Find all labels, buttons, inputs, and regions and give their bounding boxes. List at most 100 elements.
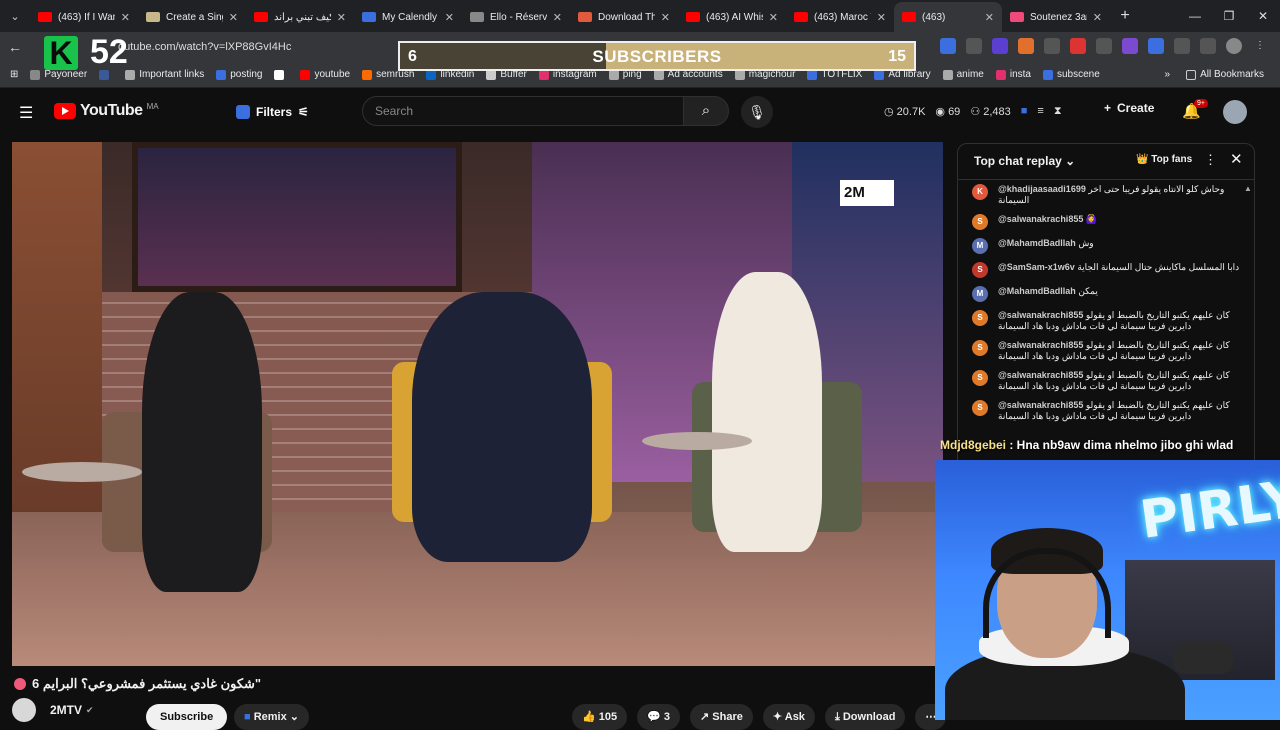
hamburger-menu-icon[interactable]: ☰: [19, 103, 33, 123]
tab-close-icon[interactable]: ✕: [985, 11, 994, 24]
bookmark-favicon-icon: [608, 69, 619, 80]
browser-tab[interactable]: Create a Single ✕: [138, 2, 246, 32]
tab-title: كيف تبني براند: [274, 11, 331, 23]
bookmark-favicon-icon: [426, 69, 437, 80]
bookmark-favicon-icon: [538, 69, 549, 80]
bookmark-item[interactable]: Important links: [119, 69, 210, 80]
bookmark-item[interactable]: insta: [990, 69, 1037, 80]
tab-title: (463) If I Want: [58, 11, 115, 23]
puzzle-icon[interactable]: [1174, 38, 1190, 54]
bookmark-favicon-icon: [942, 69, 953, 80]
hourglass-icon[interactable]: ⧗: [1054, 105, 1062, 118]
search-input[interactable]: Search: [362, 96, 684, 126]
channel-name[interactable]: 2MTV: [50, 703, 82, 717]
tab-close-icon[interactable]: ✕: [445, 11, 454, 24]
subscribe-button[interactable]: Subscribe: [146, 704, 228, 730]
more-bookmarks-icon[interactable]: »: [1165, 69, 1171, 80]
tab-favicon-icon: [362, 12, 376, 22]
remix-button[interactable]: ■ Remix ⌄: [234, 704, 310, 730]
chat-avatar: M: [972, 286, 988, 302]
chat-mode-dropdown[interactable]: Top chat replay ⌄: [974, 154, 1075, 168]
channel-watermark: 2M: [840, 180, 894, 206]
pen-icon[interactable]: [1096, 38, 1112, 54]
maximize-icon[interactable]: ❐: [1212, 0, 1246, 32]
bookmark-item[interactable]: posting: [210, 69, 268, 80]
browser-tab[interactable]: كيف تبني براند ✕: [246, 2, 354, 32]
extension-icon[interactable]: [992, 38, 1008, 54]
close-window-icon[interactable]: ✕: [1246, 0, 1280, 32]
browser-tab[interactable]: (463) Maroc T ✕: [786, 2, 894, 32]
tab-search-chevron-icon[interactable]: ⌄: [0, 10, 30, 23]
shield-icon[interactable]: [1044, 38, 1060, 54]
browser-tab[interactable]: (463) ✕: [894, 2, 1002, 32]
tab-favicon-icon: [470, 12, 484, 22]
create-button[interactable]: + Create: [1104, 101, 1154, 115]
tab-close-icon[interactable]: ✕: [1093, 11, 1102, 24]
chat-author: @salwanakrachi855: [998, 370, 1084, 380]
bookmark-favicon-icon: [362, 69, 373, 80]
top-fans-button[interactable]: 👑 Top fans: [1136, 154, 1192, 165]
bookmark-favicon-icon: [1042, 69, 1053, 80]
extension-icon[interactable]: ■: [1021, 105, 1028, 118]
media-icon[interactable]: [1200, 38, 1216, 54]
chat-message: S @salwanakrachi855 كان عليهم يكتبو التار…: [972, 340, 1242, 362]
video-player[interactable]: 2M: [12, 142, 943, 666]
kebab-menu-icon[interactable]: ⋮: [1252, 38, 1268, 54]
browser-tab[interactable]: Download Th ✕: [570, 2, 678, 32]
tab-close-icon[interactable]: ✕: [877, 11, 886, 24]
extension-icon[interactable]: [1018, 38, 1034, 54]
browser-tab[interactable]: My Calendly ✕: [354, 2, 462, 32]
tab-title: My Calendly: [382, 11, 438, 23]
scroll-up-icon[interactable]: ▲: [1244, 184, 1252, 193]
channel-avatar[interactable]: [12, 698, 36, 722]
browser-tab[interactable]: (463) AI Whisk ✕: [678, 2, 786, 32]
bookmark-favicon-icon: [995, 69, 1006, 80]
channel-row: 2MTV ✔ Subscribe ■ Remix ⌄ 👍 105 💬 3 ↗ S…: [12, 698, 947, 730]
filters-button[interactable]: Filters ⚟: [224, 98, 321, 126]
tab-close-icon[interactable]: ✕: [769, 11, 778, 24]
tab-close-icon[interactable]: ✕: [661, 11, 670, 24]
ask-button[interactable]: ✦ Ask: [762, 704, 815, 730]
bookmark-item[interactable]: youtube: [294, 69, 356, 80]
bookmark-item[interactable]: [268, 69, 294, 80]
browser-tab[interactable]: (463) If I Want ✕: [30, 2, 138, 32]
url-field[interactable]: outube.com/watch?v=lXP88GvI4Hc: [118, 41, 291, 53]
chat-menu-icon[interactable]: ⋮: [1204, 152, 1217, 168]
comments-button[interactable]: 💬 3: [637, 704, 681, 730]
browser-tab[interactable]: Ello - Réservat ✕: [462, 2, 570, 32]
microphone-icon[interactable]: 🎙: [741, 96, 773, 128]
link-icon[interactable]: [1122, 38, 1138, 54]
stat-views: ◷ 20.7K: [884, 106, 926, 118]
extension-icon[interactable]: [1148, 38, 1164, 54]
share-button[interactable]: ↗ Share: [690, 704, 753, 730]
extension-icon[interactable]: [966, 38, 982, 54]
back-arrow-icon[interactable]: ←: [0, 39, 30, 55]
tab-close-icon[interactable]: ✕: [229, 11, 238, 24]
bookmark-item[interactable]: subscene: [1037, 69, 1106, 80]
tab-close-icon[interactable]: ✕: [337, 11, 346, 24]
profile-icon[interactable]: [1226, 38, 1242, 54]
extension-icon[interactable]: [1070, 38, 1086, 54]
browser-tab[interactable]: Soutenez 3an ✕: [1002, 2, 1110, 32]
youtube-logo[interactable]: YouTube MA: [54, 102, 159, 120]
chat-avatar: M: [972, 238, 988, 254]
tab-close-icon[interactable]: ✕: [553, 11, 562, 24]
video-scene-window: [132, 142, 462, 292]
list-icon[interactable]: ≡: [1037, 105, 1043, 118]
new-tab-button[interactable]: +: [1110, 7, 1140, 25]
extension-icon[interactable]: [940, 38, 956, 54]
close-chat-icon[interactable]: ✕: [1230, 150, 1243, 168]
all-bookmarks-link[interactable]: All Bookmarks: [1180, 69, 1270, 80]
minimize-icon[interactable]: —: [1178, 0, 1212, 32]
search-icon[interactable]: ⌕: [683, 96, 729, 126]
stat-watching: ◉ 69: [935, 106, 961, 118]
tab-favicon-icon: [1010, 12, 1024, 22]
bookmark-item[interactable]: anime: [937, 69, 990, 80]
avatar[interactable]: [1223, 100, 1247, 124]
apps-grid-icon[interactable]: ⊞: [0, 69, 24, 80]
tab-close-icon[interactable]: ✕: [121, 11, 130, 24]
like-button[interactable]: 👍 105: [572, 704, 628, 730]
download-button[interactable]: ⤓ Download: [824, 704, 906, 730]
subscriber-goal-target: 15: [888, 48, 906, 65]
chat-author: @salwanakrachi855: [998, 310, 1084, 320]
